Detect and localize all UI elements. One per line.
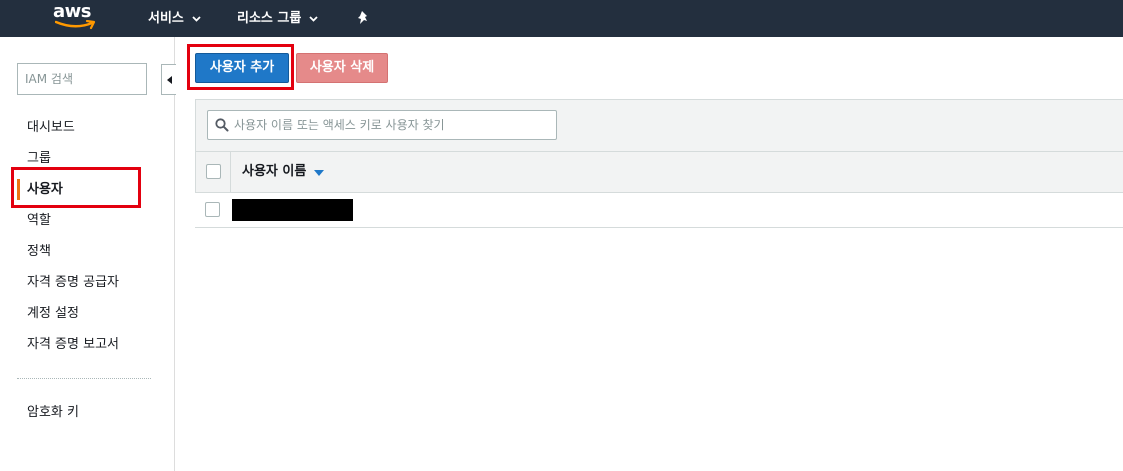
caret-left-icon xyxy=(167,76,172,84)
search-icon xyxy=(215,118,229,132)
table-row[interactable] xyxy=(195,193,1123,228)
iam-search-placeholder: IAM 검색 xyxy=(25,72,73,86)
sidebar-item-roles[interactable]: 역할 xyxy=(27,212,51,230)
resource-groups-label: 리소스 그룹 xyxy=(237,11,302,26)
iam-search-input[interactable]: IAM 검색 xyxy=(17,63,147,95)
sidebar-item-account-settings[interactable]: 계정 설정 xyxy=(27,305,79,323)
services-menu[interactable]: 서비스 xyxy=(148,0,201,37)
sidebar-item-policies[interactable]: 정책 xyxy=(27,243,51,261)
sidebar-item-dashboard[interactable]: 대시보드 xyxy=(27,119,75,137)
aws-smile-icon xyxy=(55,20,96,30)
delete-user-button[interactable]: 사용자 삭제 xyxy=(296,53,388,83)
resource-groups-menu[interactable]: 리소스 그룹 xyxy=(237,0,318,37)
sidebar-item-groups[interactable]: 그룹 xyxy=(27,150,51,168)
header-checkbox-cell xyxy=(196,152,231,192)
column-header-username[interactable]: 사용자 이름 xyxy=(242,152,306,192)
user-search-input[interactable]: 사용자 이름 또는 액세스 키로 사용자 찾기 xyxy=(207,110,557,140)
highlight-add-user xyxy=(187,44,294,90)
table-header: 사용자 이름 xyxy=(195,151,1123,193)
sidebar-divider xyxy=(17,378,151,379)
sidebar-collapse-button[interactable] xyxy=(161,64,176,95)
row-checkbox[interactable] xyxy=(205,202,220,217)
sort-down-icon[interactable] xyxy=(314,170,324,176)
sidebar-item-credential-report[interactable]: 자격 증명 보고서 xyxy=(27,336,119,354)
sidebar-item-encryption-keys[interactable]: 암호화 키 xyxy=(27,404,79,422)
chevron-down-icon xyxy=(309,15,318,22)
aws-logo[interactable]: aws xyxy=(53,1,101,35)
pin-icon[interactable] xyxy=(357,10,371,26)
chevron-down-icon xyxy=(192,15,201,22)
select-all-checkbox[interactable] xyxy=(206,164,221,179)
highlight-sidebar-users xyxy=(11,167,141,208)
services-label: 서비스 xyxy=(148,11,184,26)
sidebar-item-identity-providers[interactable]: 자격 증명 공급자 xyxy=(27,274,119,292)
table-toolbar: 사용자 이름 또는 액세스 키로 사용자 찾기 xyxy=(195,99,1123,151)
top-navigation-bar: aws 서비스 리소스 그룹 xyxy=(0,0,1123,37)
redacted-username xyxy=(232,199,353,221)
user-search-placeholder: 사용자 이름 또는 액세스 키로 사용자 찾기 xyxy=(234,118,445,132)
sidebar: IAM 검색 대시보드 그룹 사용자 역할 정책 자격 증명 공급자 계정 설정… xyxy=(0,37,176,471)
